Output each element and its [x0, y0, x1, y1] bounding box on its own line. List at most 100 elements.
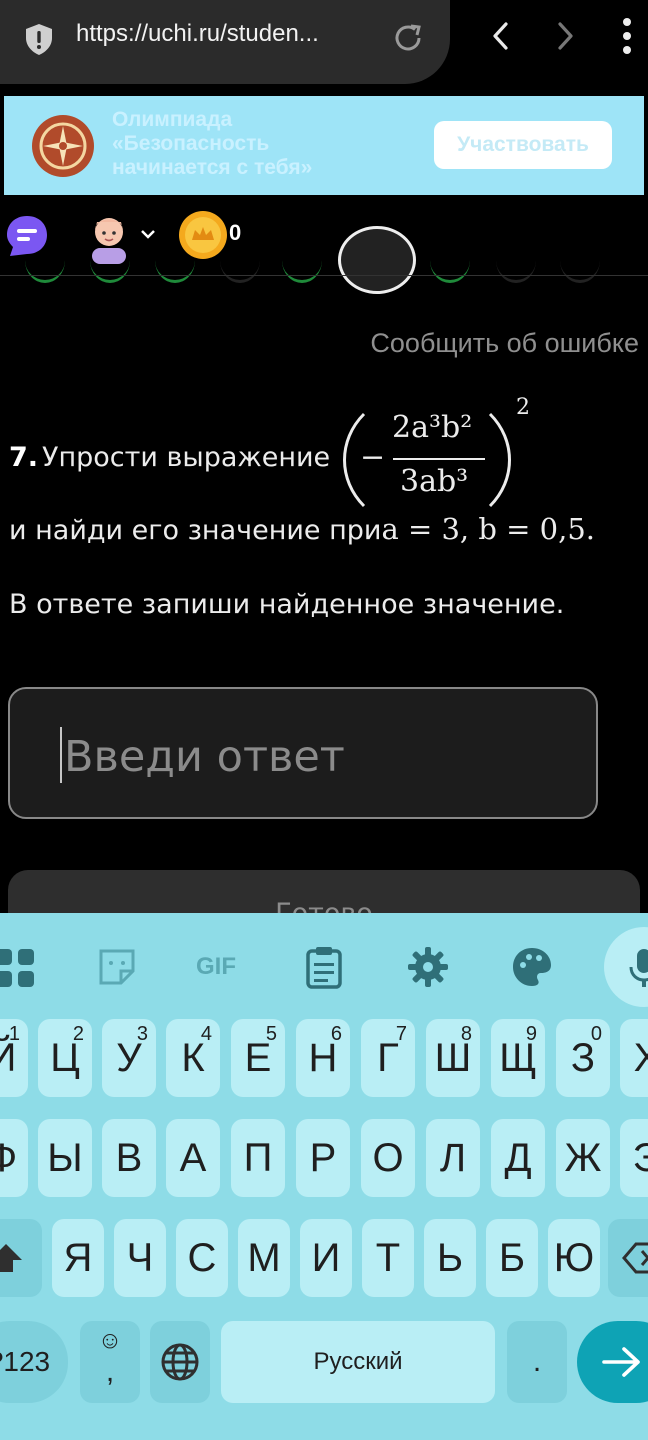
keyboard: GIF Й1 Ц2 У3 К4 Е5 Н6 Г7 Ш8 Щ9 З0 Х Ф Ы … [0, 913, 648, 1440]
chevron-down-icon[interactable] [140, 228, 156, 240]
url-text[interactable]: https://uchi.ru/studen... [76, 20, 319, 48]
sticker-icon[interactable] [95, 945, 139, 989]
key-number-hint: 6 [330, 1023, 342, 1045]
voice-input-button[interactable] [604, 927, 648, 1007]
minus-sign: − [360, 440, 386, 475]
key-number-hint: 1 [8, 1023, 20, 1045]
key-с[interactable]: С [176, 1219, 228, 1297]
key-ы[interactable]: Ы [38, 1119, 92, 1197]
key-ф[interactable]: Ф [0, 1119, 28, 1197]
task-line-2-math: a = 3, b = 0,5. [381, 512, 595, 546]
apps-grid-icon[interactable] [0, 945, 38, 989]
key-н[interactable]: Н6 [296, 1019, 350, 1097]
key-ю[interactable]: Ю [548, 1219, 600, 1297]
key-number-hint: 8 [460, 1023, 472, 1045]
task-line-3: В ответе запиши найденное значение. [9, 589, 565, 620]
forward-icon[interactable] [550, 18, 580, 54]
key-label: Х [633, 1035, 648, 1080]
key-г[interactable]: Г7 [361, 1019, 415, 1097]
language-key[interactable] [150, 1321, 210, 1403]
key-ч[interactable]: Ч [114, 1219, 166, 1297]
fraction-bar [393, 458, 485, 460]
task-line-2-text: и найди его значение при [9, 515, 382, 546]
task-number: 7. [9, 442, 39, 473]
report-error-link[interactable]: Сообщить об ошибке [370, 328, 639, 359]
task-line-2: и найди его значение приa = 3, b = 0,5. [9, 512, 595, 546]
site-info-shield-icon[interactable] [22, 22, 56, 56]
fraction-numerator: 2a³b² [392, 410, 473, 445]
key-м[interactable]: М [238, 1219, 290, 1297]
reload-icon[interactable] [390, 20, 426, 56]
progress-dot [282, 238, 322, 283]
arrow-right-icon [602, 1347, 640, 1377]
progress-dot-current [338, 226, 416, 294]
key-а[interactable]: А [166, 1119, 220, 1197]
emoji-icon: ☺ [97, 1327, 123, 1354]
banner-line-1: Олимпиада [112, 108, 233, 131]
progress-dot [496, 238, 536, 283]
progress-dot [430, 238, 470, 283]
key-б[interactable]: Б [486, 1219, 538, 1297]
space-key[interactable]: Русский [221, 1321, 495, 1403]
key-л[interactable]: Л [426, 1119, 480, 1197]
key-у[interactable]: У3 [102, 1019, 156, 1097]
participate-button[interactable]: Участвовать [434, 121, 612, 169]
key-я[interactable]: Я [52, 1219, 104, 1297]
key-number-hint: 9 [525, 1023, 537, 1045]
backspace-key[interactable] [608, 1219, 648, 1297]
progress-dot [25, 238, 65, 283]
banner-line-2: «Безопасность [112, 132, 270, 155]
key-п[interactable]: П [231, 1119, 285, 1197]
comma-label: , [105, 1355, 115, 1388]
clipboard-icon[interactable] [302, 945, 346, 989]
shift-key[interactable] [0, 1219, 42, 1297]
progress-dot [155, 238, 195, 283]
palette-icon[interactable] [510, 945, 554, 989]
microphone-icon [629, 949, 648, 987]
progress-dot [220, 238, 260, 283]
back-icon[interactable] [486, 18, 516, 54]
key-й[interactable]: Й1 [0, 1019, 28, 1097]
exponent: 2 [516, 395, 530, 420]
key-р[interactable]: Р [296, 1119, 350, 1197]
header-divider [0, 275, 648, 276]
key-к[interactable]: К4 [166, 1019, 220, 1097]
key-number-hint: 3 [136, 1023, 148, 1045]
key-з[interactable]: З0 [556, 1019, 610, 1097]
key-number-hint: 2 [72, 1023, 84, 1045]
backspace-icon [622, 1242, 648, 1274]
key-д[interactable]: Д [491, 1119, 545, 1197]
emoji-comma-key[interactable]: ☺ , [80, 1321, 140, 1403]
shift-arrow-icon [0, 1244, 22, 1272]
symbols-key[interactable]: ?123 [0, 1321, 68, 1403]
task-text: Упрости выражение [42, 442, 331, 473]
more-menu-icon[interactable] [616, 16, 638, 56]
key-и[interactable]: И [300, 1219, 352, 1297]
progress-dot [560, 238, 600, 283]
key-number-hint: 4 [200, 1023, 212, 1045]
gif-button[interactable]: GIF [196, 953, 236, 981]
key-ц[interactable]: Ц2 [38, 1019, 92, 1097]
key-о[interactable]: О [361, 1119, 415, 1197]
key-т[interactable]: Т [362, 1219, 414, 1297]
key-number-hint: 5 [265, 1023, 277, 1045]
answer-input[interactable] [62, 721, 566, 793]
period-key[interactable]: . [507, 1321, 567, 1403]
banner-line-3: начинается с тебя» [112, 156, 313, 179]
key-в[interactable]: В [102, 1119, 156, 1197]
right-paren [488, 412, 511, 508]
banner-text: Олимпиада «Безопасность начинается с теб… [112, 108, 412, 180]
key-ж[interactable]: Ж [556, 1119, 610, 1197]
key-ь[interactable]: Ь [424, 1219, 476, 1297]
settings-gear-icon[interactable] [406, 945, 450, 989]
key-number-hint: 0 [590, 1023, 602, 1045]
enter-key[interactable] [577, 1321, 648, 1403]
key-ш[interactable]: Ш8 [426, 1019, 480, 1097]
key-х[interactable]: Х [620, 1019, 648, 1097]
compass-logo-icon [32, 115, 94, 177]
key-е[interactable]: Е5 [231, 1019, 285, 1097]
key-щ[interactable]: Щ9 [491, 1019, 545, 1097]
fraction-denominator: 3ab³ [400, 464, 469, 499]
key-э[interactable]: Э [620, 1119, 648, 1197]
globe-icon [161, 1343, 199, 1381]
